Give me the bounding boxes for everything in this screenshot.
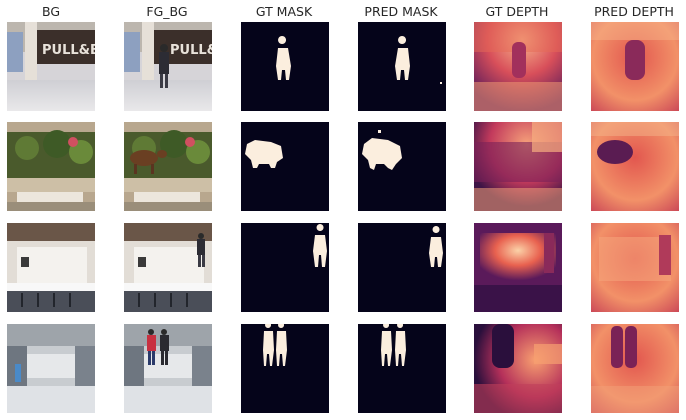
bg-image-row3 bbox=[7, 223, 95, 312]
gt-mask-row2 bbox=[241, 122, 329, 211]
gt-depth-row4 bbox=[474, 324, 562, 413]
gt-depth-row2 bbox=[474, 122, 562, 211]
pred-mask-row1 bbox=[358, 22, 446, 111]
gt-mask-row3 bbox=[241, 223, 329, 312]
bg-image-row4 bbox=[7, 324, 95, 413]
fg-bg-image-row4 bbox=[124, 324, 212, 413]
fg-bg-image-row2 bbox=[124, 122, 212, 211]
fg-bg-image-row3 bbox=[124, 223, 212, 312]
column-title-fg-bg: FG_BG bbox=[146, 4, 188, 19]
pred-mask-row4 bbox=[358, 324, 446, 413]
column-title-pred-mask: PRED MASK bbox=[364, 4, 438, 19]
fg-bg-image-row1: PULL&BEA bbox=[124, 22, 212, 111]
bg-image-row2 bbox=[7, 122, 95, 211]
gt-depth-row3 bbox=[474, 223, 562, 312]
pred-depth-row1 bbox=[591, 22, 679, 111]
column-title-gt-depth: GT DEPTH bbox=[485, 4, 549, 19]
pred-depth-row2 bbox=[591, 122, 679, 211]
pred-depth-row3 bbox=[591, 223, 679, 312]
column-title-bg: BG bbox=[41, 4, 61, 19]
bg-image-row1: PULL&BEA bbox=[7, 22, 95, 111]
column-title-pred-depth: PRED DEPTH bbox=[594, 4, 674, 19]
storefront-sign: PULL&BEA bbox=[42, 43, 95, 58]
pred-mask-row3 bbox=[358, 223, 446, 312]
gt-depth-row1 bbox=[474, 22, 562, 111]
storefront-sign: PULL&BEA bbox=[170, 43, 212, 58]
gt-mask-row4 bbox=[241, 324, 329, 413]
column-title-gt-mask: GT MASK bbox=[255, 4, 313, 19]
pred-depth-row4 bbox=[591, 324, 679, 413]
gt-mask-row1 bbox=[241, 22, 329, 111]
pred-mask-row2 bbox=[358, 122, 446, 211]
